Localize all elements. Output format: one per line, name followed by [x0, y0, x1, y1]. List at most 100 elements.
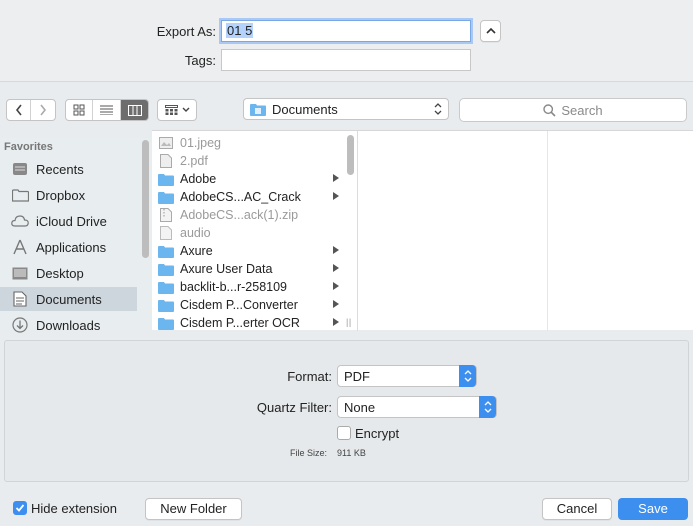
folder-item[interactable]: AdobeCS...AC_Crack	[157, 188, 339, 206]
file-item[interactable]: AdobeCS...ack(1).zip	[157, 206, 337, 224]
file-column: 01.jpeg 2.pdf Adobe AdobeCS...AC_Crack A…	[152, 131, 358, 331]
disclosure-arrow-icon	[333, 246, 339, 254]
file-name: backlit-b...r-258109	[180, 280, 288, 294]
up-down-arrows-icon	[479, 396, 496, 418]
tags-field[interactable]	[221, 49, 471, 71]
disclosure-arrow-icon	[333, 174, 339, 182]
back-button[interactable]	[7, 100, 31, 120]
folder-icon	[157, 298, 174, 312]
format-popup[interactable]: PDF	[337, 365, 477, 387]
column-view-button[interactable]	[121, 100, 148, 120]
folder-item[interactable]: Cisdem P...erter OCR	[157, 314, 339, 332]
quartz-filter-value: None	[344, 399, 376, 415]
collapse-dialog-button[interactable]	[480, 20, 501, 42]
file-name: AdobeCS...ack(1).zip	[180, 208, 299, 222]
disclosure-arrow-icon	[333, 318, 339, 326]
folder-icon	[157, 262, 174, 276]
quartz-filter-popup[interactable]: None	[337, 396, 497, 418]
file-item[interactable]: audio	[157, 224, 337, 242]
applications-icon	[11, 239, 29, 255]
export-options-panel: Format: PDF Quartz Filter: None Encrypt …	[4, 340, 689, 482]
file-item[interactable]: 01.jpeg	[157, 134, 337, 152]
folder-item[interactable]: Axure User Data	[157, 260, 339, 278]
file-name: 2.pdf	[180, 154, 208, 168]
generic-file-icon	[157, 226, 174, 240]
file-item[interactable]: 2.pdf	[157, 152, 337, 170]
sidebar-item-downloads[interactable]: Downloads	[0, 313, 137, 337]
sidebar-scrollbar[interactable]	[142, 140, 149, 258]
sidebar-item-label: Recents	[36, 161, 84, 177]
empty-column	[548, 131, 693, 331]
file-name: Axure	[180, 244, 213, 258]
tags-label: Tags:	[184, 53, 216, 68]
disclosure-arrow-icon	[333, 264, 339, 272]
export-as-label: Export As:	[156, 24, 216, 39]
hide-extension-checkbox[interactable]	[13, 501, 27, 515]
file-name: Cisdem P...erter OCR	[180, 316, 300, 330]
cancel-button[interactable]: Cancel	[542, 498, 612, 520]
sidebar-item-documents[interactable]: Documents	[0, 287, 137, 311]
sidebar-item-desktop[interactable]: Desktop	[0, 261, 137, 285]
documents-folder-icon	[250, 103, 266, 116]
location-popup[interactable]: Documents	[243, 98, 449, 120]
sidebar-item-label: Downloads	[36, 317, 101, 333]
back-forward-control	[6, 99, 56, 121]
folder-item[interactable]: Adobe	[157, 170, 339, 188]
columns-icon	[127, 104, 142, 116]
icon-view-button[interactable]	[66, 100, 93, 120]
export-as-value: 01 5	[226, 23, 254, 38]
list-view-button[interactable]	[93, 100, 121, 120]
encrypt-checkbox[interactable]	[337, 426, 351, 440]
search-field[interactable]: Search	[459, 98, 687, 122]
sidebar-item-dropbox[interactable]: Dropbox	[0, 183, 137, 207]
folder-item[interactable]: Axure	[157, 242, 339, 260]
folder-icon	[157, 316, 174, 330]
file-size-label: File Size:	[289, 448, 327, 458]
image-file-icon	[157, 136, 174, 150]
disclosure-arrow-icon	[333, 192, 339, 200]
format-value: PDF	[344, 368, 370, 384]
sidebar-item-icloud-drive[interactable]: iCloud Drive	[0, 209, 137, 233]
pdf-file-icon	[157, 154, 174, 168]
file-name: audio	[180, 226, 211, 240]
chevron-left-icon	[15, 104, 22, 116]
cloud-icon	[11, 213, 29, 229]
folder-icon	[11, 187, 29, 203]
sidebar-item-label: Documents	[36, 291, 102, 307]
arrange-menu[interactable]	[157, 99, 197, 121]
file-name: Cisdem P...Converter	[180, 298, 298, 312]
folder-item[interactable]: backlit-b...r-258109	[157, 278, 339, 296]
zip-file-icon	[157, 208, 174, 222]
forward-button[interactable]	[31, 100, 55, 120]
file-column-scrollbar[interactable]	[347, 135, 354, 175]
file-name: Adobe	[180, 172, 217, 186]
export-as-field[interactable]: 01 5	[221, 20, 471, 42]
empty-column	[358, 131, 548, 331]
documents-icon	[11, 291, 29, 307]
sidebar: Favorites Recents Dropbox iCloud Drive A…	[0, 138, 152, 333]
folder-icon	[157, 244, 174, 258]
file-browser: 01.jpeg 2.pdf Adobe AdobeCS...AC_Crack A…	[152, 130, 693, 331]
format-label: Format:	[287, 369, 332, 384]
view-mode-control	[65, 99, 149, 121]
folder-item[interactable]: Cisdem P...Converter	[157, 296, 339, 314]
sidebar-item-recents[interactable]: Recents	[0, 157, 137, 181]
location-label: Documents	[272, 101, 338, 117]
search-icon	[543, 103, 556, 117]
hide-extension-label: Hide extension	[31, 501, 117, 516]
folder-icon	[157, 172, 174, 186]
file-size-value: 911 KB	[337, 448, 366, 458]
sidebar-item-applications[interactable]: Applications	[0, 235, 137, 259]
folder-icon	[157, 280, 174, 294]
disclosure-arrow-icon	[333, 300, 339, 308]
chevron-down-icon	[182, 107, 189, 112]
new-folder-button[interactable]: New Folder	[145, 498, 242, 520]
sidebar-heading: Favorites	[4, 141, 53, 153]
folder-icon	[157, 190, 174, 204]
save-button[interactable]: Save	[618, 498, 688, 520]
column-resize-handle[interactable]: | |	[346, 317, 351, 327]
chevron-right-icon	[40, 104, 47, 116]
checkmark-icon	[15, 504, 25, 512]
chevron-up-icon	[485, 27, 496, 34]
sidebar-item-label: Applications	[36, 239, 107, 255]
